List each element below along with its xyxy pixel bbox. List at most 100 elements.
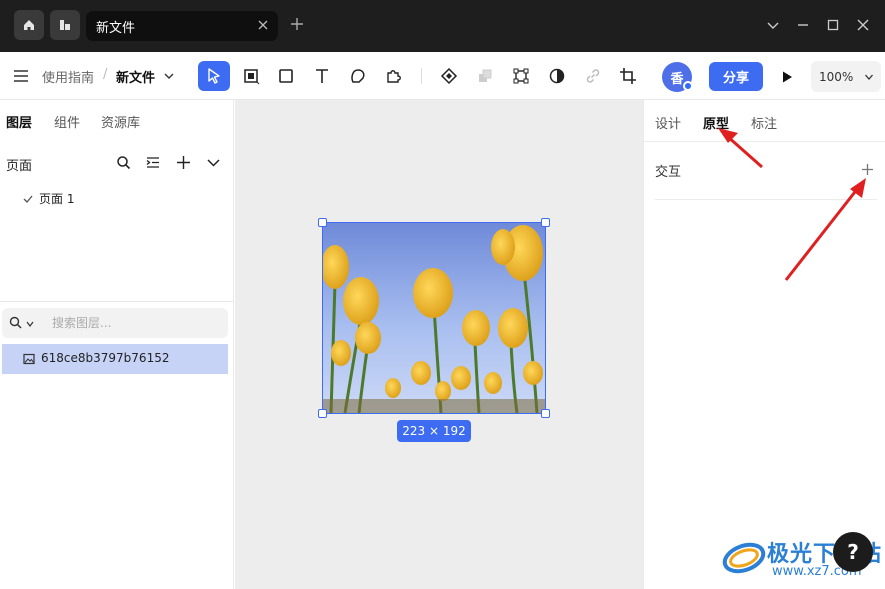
search-icon[interactable] [9,316,22,329]
avatar-initial: 香 [670,71,684,87]
tulip-image[interactable] [322,222,546,414]
plus-icon [176,155,190,169]
add-page-button[interactable] [174,153,192,171]
page-name: 页面 1 [39,192,75,206]
maximize-button[interactable] [824,16,842,34]
tab-annotation[interactable]: 标注 [751,113,777,132]
close-icon [258,20,268,30]
chevron-down-icon [206,158,220,167]
dropdown-button[interactable] [764,16,782,34]
files-icon [60,20,70,30]
minimize-icon [798,24,808,26]
right-panel: 设计 原型 标注 交互 [643,100,885,589]
tabs-divider [644,141,885,142]
chevron-down-icon[interactable] [163,70,175,82]
page-list-item[interactable]: 页面 1 [22,190,74,207]
crop-tool[interactable] [612,61,644,91]
text-icon [316,69,328,83]
zoom-dropdown[interactable]: 100% [811,61,881,92]
crop-icon [620,68,636,84]
pen-tool[interactable] [342,61,374,91]
menu-icon[interactable] [12,67,30,85]
close-icon [857,19,869,31]
sort-pages-button[interactable] [144,153,162,171]
tab-components[interactable]: 组件 [54,112,80,131]
minimize-button[interactable] [794,16,812,34]
pages-title: 页面 [6,159,33,174]
watermark-logo [722,542,766,574]
play-button[interactable] [776,66,798,88]
plus-icon [291,18,303,30]
interaction-section-title: 交互 [655,165,682,180]
breadcrumb-parent[interactable]: 使用指南 [42,67,94,86]
search-pages-button[interactable] [114,153,132,171]
tab-close-button[interactable] [256,18,270,32]
text-tool[interactable] [306,61,338,91]
boolean-tool[interactable] [469,61,501,91]
component-icon [440,67,458,85]
search-icon [116,155,130,169]
chevron-down-icon [865,74,873,80]
cursor-icon [208,68,220,84]
tulip-photo [323,223,545,413]
frame-tool[interactable] [235,61,267,91]
shape-icon [351,69,365,83]
component-tool[interactable] [433,61,465,91]
search-input[interactable] [46,308,226,338]
link-tool[interactable] [577,61,609,91]
tab-design[interactable]: 设计 [655,113,681,132]
tab-prototype[interactable]: 原型 [703,113,729,132]
title-bar: 新文件 [0,0,885,52]
help-label: ? [847,540,859,564]
file-tab-title: 新文件 [96,20,136,36]
mask-tool[interactable] [541,61,573,91]
canvas[interactable]: 223 × 192 [235,100,643,589]
plugin-tool[interactable] [377,61,409,91]
resize-handle-top-left[interactable] [318,218,327,227]
link-icon [586,69,600,83]
tab-assets[interactable]: 资源库 [101,112,140,131]
vector-icon [513,68,529,84]
zoom-level: 100% [819,69,854,84]
rectangle-tool[interactable] [270,61,302,91]
breadcrumb-file-name[interactable]: 新文件 [116,67,155,86]
help-button[interactable]: ? [833,532,873,572]
contrast-icon [549,68,565,84]
left-panel: 图层 组件 资源库 页面 页面 1 618ce8b3797b76152 [0,100,234,589]
online-status-dot [683,81,693,91]
file-tab[interactable]: 新文件 [86,11,278,41]
layer-search-box [2,308,228,338]
boolean-icon [479,69,492,82]
close-window-button[interactable] [854,16,872,34]
home-button[interactable] [14,10,44,40]
maximize-icon [827,19,839,31]
toolbar: 使用指南 / 新文件 香 分享 100% [0,52,885,100]
share-label: 分享 [722,71,749,86]
layer-row[interactable]: 618ce8b3797b76152 [2,344,228,374]
plus-icon [861,163,873,175]
list-indent-icon [146,156,159,168]
home-icon [24,20,34,30]
section-divider [655,199,877,200]
collapse-pages-button[interactable] [204,153,222,171]
layer-name: 618ce8b3797b76152 [41,351,170,365]
left-panel-tabs: 图层 组件 资源库 [0,100,234,140]
panel-divider [0,301,234,302]
dimensions-badge: 223 × 192 [397,420,471,442]
vector-tool[interactable] [505,61,537,91]
play-icon [783,71,792,83]
frame-icon [244,69,260,85]
new-tab-button[interactable] [287,14,307,34]
resize-handle-bottom-right[interactable] [541,409,550,418]
resize-handle-top-right[interactable] [541,218,550,227]
tab-layers[interactable]: 图层 [6,112,32,131]
add-interaction-button[interactable] [859,161,875,177]
chevron-down-icon [767,22,779,29]
select-tool[interactable] [198,61,230,91]
share-button[interactable]: 分享 [709,62,763,91]
rectangle-icon [279,69,293,83]
image-icon [23,353,35,365]
chevron-down-icon[interactable] [26,320,34,328]
resize-handle-bottom-left[interactable] [318,409,327,418]
files-button[interactable] [50,10,80,40]
